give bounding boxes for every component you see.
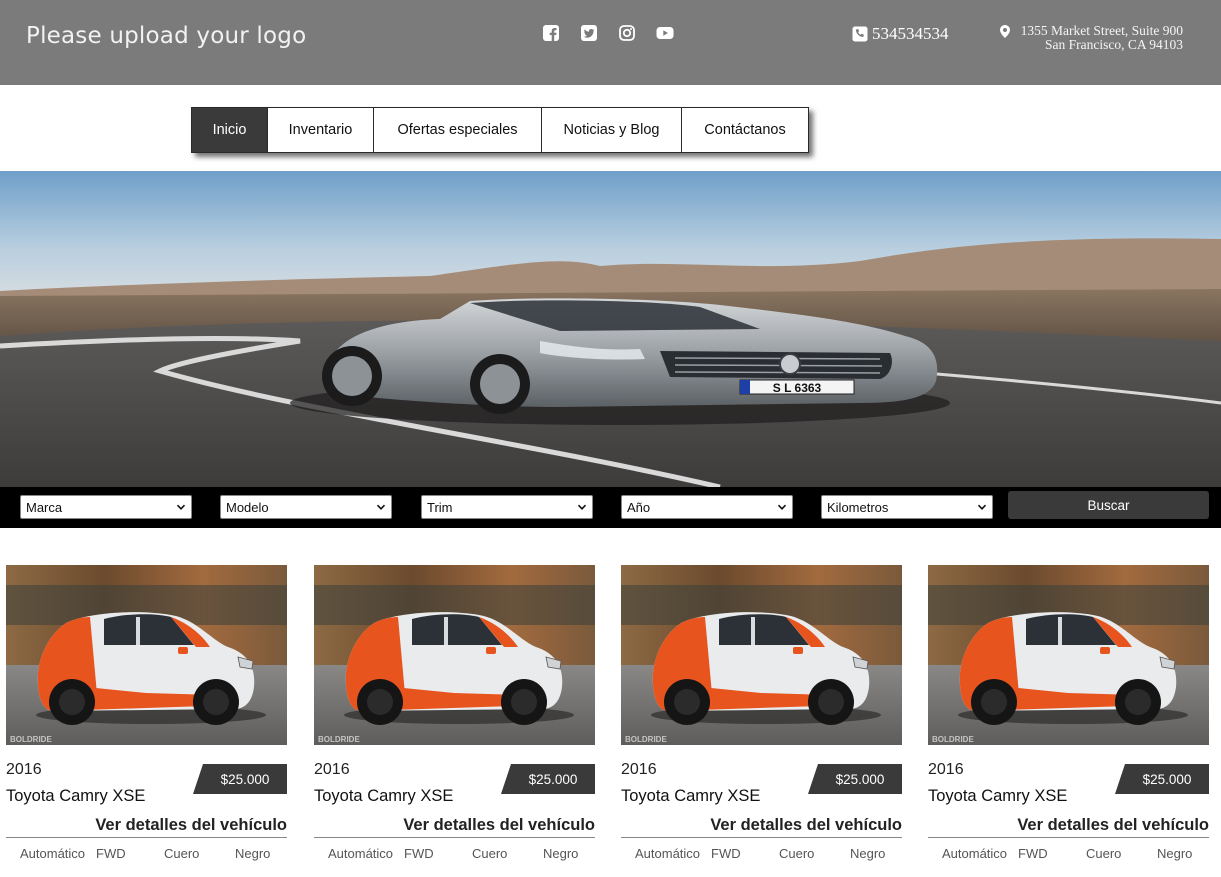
- spec-transmission: Automático: [942, 846, 1008, 861]
- year-select[interactable]: Año: [621, 495, 793, 519]
- model-select-value: Modelo: [226, 499, 269, 515]
- spec-transmission: Automático: [328, 846, 394, 861]
- listing-price: $25.000: [835, 771, 885, 787]
- listing-image[interactable]: BOLDRIDE: [621, 565, 902, 745]
- listing-title[interactable]: Toyota Camry XSE: [621, 787, 760, 806]
- spec-interior: Cuero: [1086, 846, 1122, 861]
- facebook-icon[interactable]: [542, 24, 560, 42]
- phone-icon: [852, 26, 868, 42]
- view-details-link[interactable]: Ver detalles del vehículo: [1017, 816, 1209, 835]
- map-pin-icon: [1000, 25, 1010, 38]
- spec-drive: FWD: [96, 846, 126, 861]
- divider: [928, 837, 1209, 838]
- view-details-link[interactable]: Ver detalles del vehículo: [403, 816, 595, 835]
- main-nav: Inicio Inventario Ofertas especiales Not…: [191, 107, 809, 153]
- listing-price: $25.000: [528, 771, 578, 787]
- spec-color: Negro: [1157, 846, 1193, 861]
- phone-contact[interactable]: 534534534: [852, 24, 949, 44]
- logo-placeholder[interactable]: Please upload your logo: [26, 23, 306, 49]
- listing-card: BOLDRIDE 2016 Toyota Camry XSE $25.000 V…: [928, 565, 1209, 875]
- address-line-2: San Francisco, CA 94103: [1045, 36, 1183, 52]
- listing-image-watermark: BOLDRIDE: [10, 735, 52, 744]
- chevron-down-icon: [577, 502, 587, 512]
- listing-title[interactable]: Toyota Camry XSE: [314, 787, 453, 806]
- listing-year: 2016: [621, 761, 657, 778]
- listing-image[interactable]: BOLDRIDE: [6, 565, 287, 745]
- chevron-down-icon: [777, 502, 787, 512]
- listing-image-watermark: BOLDRIDE: [932, 735, 974, 744]
- listing-year: 2016: [928, 761, 964, 778]
- spec-drive: FWD: [1018, 846, 1048, 861]
- spec-color: Negro: [850, 846, 886, 861]
- chevron-down-icon: [977, 502, 987, 512]
- search-button[interactable]: Buscar: [1008, 491, 1209, 519]
- listing-car-illustration: BOLDRIDE: [314, 565, 595, 745]
- spec-drive: FWD: [404, 846, 434, 861]
- listing-title[interactable]: Toyota Camry XSE: [6, 787, 145, 806]
- listing-card: BOLDRIDE 2016 Toyota Camry XSE $25.000 V…: [314, 565, 595, 875]
- address-block: 1355 Market Street, Suite 900 San Franci…: [1000, 24, 1183, 51]
- listing-car-illustration: BOLDRIDE: [621, 565, 902, 745]
- spec-interior: Cuero: [472, 846, 508, 861]
- license-plate-text: S L 6363: [773, 381, 822, 395]
- year-select-value: Año: [627, 499, 651, 515]
- make-select[interactable]: Marca: [20, 495, 192, 519]
- listing-car-illustration: BOLDRIDE: [6, 565, 287, 745]
- listing-card: BOLDRIDE 2016 Toyota Camry XSE $25.000 V…: [621, 565, 902, 875]
- hero-image: S L 6363: [0, 171, 1221, 487]
- divider: [314, 837, 595, 838]
- spec-transmission: Automático: [20, 846, 86, 861]
- price-tag: $25.000: [808, 764, 902, 794]
- listing-image[interactable]: BOLDRIDE: [314, 565, 595, 745]
- listing-title[interactable]: Toyota Camry XSE: [928, 787, 1067, 806]
- youtube-icon[interactable]: [656, 24, 674, 42]
- chevron-down-icon: [176, 502, 186, 512]
- instagram-icon[interactable]: [618, 24, 636, 42]
- spec-color: Negro: [235, 846, 271, 861]
- listing-image-watermark: BOLDRIDE: [625, 735, 667, 744]
- listing-card: BOLDRIDE 2016 Toyota Camry XSE $25.000 V…: [6, 565, 287, 875]
- view-details-link[interactable]: Ver detalles del vehículo: [710, 816, 902, 835]
- listing-price: $25.000: [220, 771, 270, 787]
- trim-select-value: Trim: [427, 499, 453, 515]
- social-links: [542, 24, 674, 42]
- address-line-1: 1355 Market Street, Suite 900: [1020, 23, 1183, 38]
- trim-select[interactable]: Trim: [421, 495, 593, 519]
- listing-year: 2016: [6, 761, 42, 778]
- nav-item-contactanos[interactable]: Contáctanos: [682, 107, 809, 153]
- price-tag: $25.000: [193, 764, 287, 794]
- nav-item-inicio[interactable]: Inicio: [191, 107, 268, 153]
- price-tag: $25.000: [501, 764, 595, 794]
- nav-item-noticias-y-blog[interactable]: Noticias y Blog: [542, 107, 682, 153]
- spec-interior: Cuero: [779, 846, 815, 861]
- top-header: Please upload your logo 534534534 1355 M…: [0, 0, 1221, 85]
- twitter-icon[interactable]: [580, 24, 598, 42]
- spec-drive: FWD: [711, 846, 741, 861]
- chevron-down-icon: [376, 502, 386, 512]
- spec-transmission: Automático: [635, 846, 701, 861]
- phone-number[interactable]: 534534534: [872, 24, 949, 44]
- make-select-value: Marca: [26, 499, 63, 515]
- listing-image[interactable]: BOLDRIDE: [928, 565, 1209, 745]
- listing-price: $25.000: [1142, 771, 1192, 787]
- mileage-select[interactable]: Kilometros: [821, 495, 993, 519]
- search-bar: Marca Modelo Trim Año Kilometros Buscar: [0, 487, 1221, 528]
- listing-year: 2016: [314, 761, 350, 778]
- nav-item-ofertas-especiales[interactable]: Ofertas especiales: [374, 107, 542, 153]
- spec-color: Negro: [543, 846, 579, 861]
- price-tag: $25.000: [1115, 764, 1209, 794]
- view-details-link[interactable]: Ver detalles del vehículo: [95, 816, 287, 835]
- listing-image-watermark: BOLDRIDE: [318, 735, 360, 744]
- spec-interior: Cuero: [164, 846, 200, 861]
- divider: [621, 837, 902, 838]
- nav-item-inventario[interactable]: Inventario: [268, 107, 374, 153]
- listing-car-illustration: BOLDRIDE: [928, 565, 1209, 745]
- hero-banner: S L 6363: [0, 171, 1221, 487]
- model-select[interactable]: Modelo: [220, 495, 392, 519]
- divider: [6, 837, 287, 838]
- mileage-select-value: Kilometros: [827, 499, 889, 515]
